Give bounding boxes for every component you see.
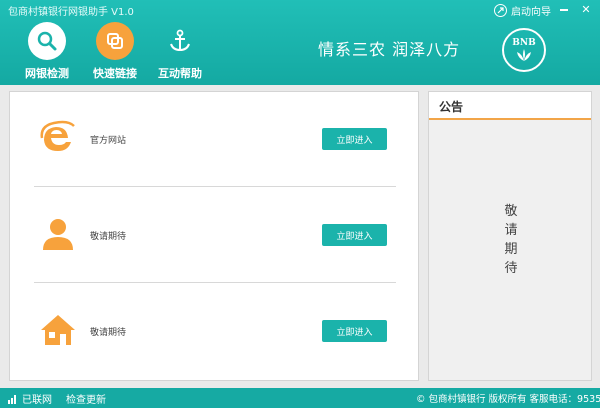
close-icon: ✕ [581, 2, 591, 16]
house-icon [38, 310, 78, 350]
leaf-icon [517, 49, 531, 61]
divider [34, 282, 396, 283]
status-bar: 已联网 检查更新 © 包商村镇银行 版权所有 客服电话：95352 [0, 388, 600, 408]
notice-char: 期 [504, 242, 518, 257]
network-status: 已联网 [8, 391, 52, 406]
logo-text: BNB [512, 38, 536, 48]
copyright: © 包商村镇银行 版权所有 客服电话：95352 [416, 394, 600, 405]
network-status-label: 已联网 [22, 395, 52, 406]
link-label: 敬请期待 [90, 328, 127, 338]
link-label: 敬请期待 [90, 232, 127, 242]
minimize-button[interactable] [553, 0, 575, 18]
link-row: 官方网站 立即进入 [10, 92, 420, 188]
enter-button[interactable]: 立即进入 [322, 320, 387, 342]
link-icon [96, 22, 134, 60]
nav-quick-links[interactable]: 快速链接 [85, 22, 145, 82]
ie-icon [38, 118, 78, 158]
nav-interactive-help[interactable]: 互动帮助 [150, 22, 210, 82]
close-button[interactable]: ✕ [575, 0, 597, 18]
enter-button[interactable]: 立即进入 [322, 224, 387, 246]
notice-char: 待 [504, 261, 518, 276]
notice-char: 请 [504, 223, 518, 238]
notice-title: 公告 [429, 92, 591, 120]
nav-bank-check[interactable]: 网银检测 [17, 22, 77, 82]
notice-char: 敬 [504, 204, 518, 219]
quick-links-panel: 官方网站 立即进入 敬请期待 立即进入 敬请期待 立即进入 [9, 91, 419, 381]
slogan: 情系三农 润泽八方 [318, 40, 461, 59]
bank-logo: BNB [502, 28, 546, 72]
wizard-label: 启动向导 [511, 6, 551, 18]
enter-button[interactable]: 立即进入 [322, 128, 387, 150]
window-title: 包商村镇银行网银助手 V1.0 [8, 7, 134, 18]
nav-label: 互动帮助 [158, 67, 202, 80]
wizard-icon [494, 3, 507, 17]
link-row: 敬请期待 立即进入 [10, 284, 420, 380]
user-icon [38, 214, 78, 254]
link-label: 官方网站 [90, 136, 127, 146]
notice-body: 敬 请 期 待 [429, 202, 593, 278]
minimize-icon [560, 9, 568, 11]
nav-label: 快速链接 [93, 67, 137, 80]
anchor-icon [161, 22, 199, 60]
nav-label: 网银检测 [25, 67, 69, 80]
header: 包商村镇银行网银助手 V1.0 启动向导 ✕ 网银检测 快速链接 互动帮助 情系… [0, 0, 600, 85]
network-icon [8, 394, 16, 404]
divider [34, 186, 396, 187]
check-update-link[interactable]: 检查更新 [66, 391, 106, 406]
notice-panel: 公告 敬 请 期 待 [428, 91, 592, 381]
search-icon [28, 22, 66, 60]
startup-wizard-link[interactable]: 启动向导 [494, 2, 551, 18]
link-row: 敬请期待 立即进入 [10, 188, 420, 284]
